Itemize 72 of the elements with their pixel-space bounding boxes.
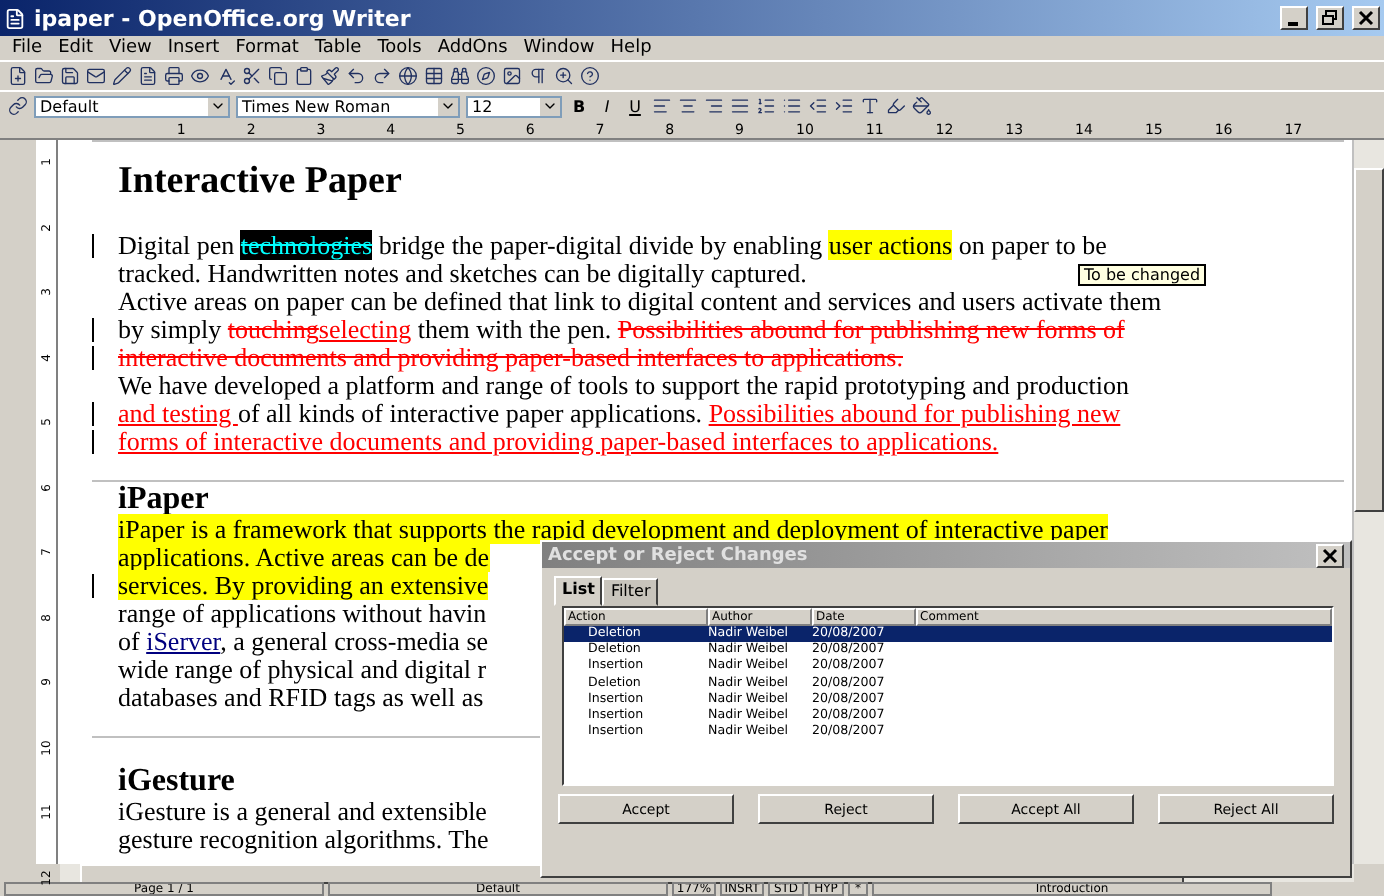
close-button[interactable] [1352, 6, 1380, 30]
align-center-icon[interactable] [678, 96, 698, 116]
dropdown-arrow-icon[interactable] [208, 97, 228, 115]
window-title: ipaper - OpenOffice.org Writer [34, 5, 413, 31]
paragraph: Active areas on paper can be defined that link to digital content and services and users activate them by simply touchingselecting them with the pen. Possibilities abound for publishing new forms of interactive documents and providing paper-based interfaces to applications. [92, 288, 1162, 372]
paragraph: iGesture is a general and extensible gesture recognition algorithms. The [116, 798, 489, 854]
new-document-icon[interactable] [8, 66, 28, 86]
navigator-icon[interactable] [476, 66, 496, 86]
numbered-list-icon[interactable] [756, 96, 776, 116]
mail-icon[interactable] [86, 66, 106, 86]
save-icon[interactable] [60, 66, 80, 86]
help-icon[interactable] [580, 66, 600, 86]
menu-item[interactable]: File [4, 38, 51, 58]
align-right-icon[interactable] [704, 96, 724, 116]
gallery-icon[interactable] [502, 66, 522, 86]
font-dropdown[interactable]: Times New Roman [236, 95, 460, 117]
close-icon [1322, 547, 1338, 563]
vertical-scrollbar[interactable] [1352, 140, 1384, 864]
paintbrush-icon[interactable] [320, 66, 340, 86]
menu-item[interactable]: Format [227, 38, 307, 58]
copy-icon[interactable] [268, 66, 288, 86]
underline-button[interactable]: U [624, 97, 646, 115]
binoculars-icon[interactable] [450, 66, 470, 86]
globe-icon[interactable] [398, 66, 418, 86]
dialog-title: Accept or Reject Changes [548, 545, 808, 565]
restore-button[interactable] [1316, 6, 1344, 30]
spellcheck-icon[interactable] [216, 66, 236, 86]
close-button[interactable] [1316, 543, 1344, 567]
italic-button[interactable]: I [596, 97, 618, 115]
outdent-icon[interactable] [808, 96, 828, 116]
bold-button[interactable]: B [568, 97, 590, 115]
tab[interactable]: List [554, 576, 603, 606]
pilcrow-icon[interactable] [528, 66, 548, 86]
paint-bucket-icon[interactable] [912, 96, 932, 116]
heading: iGesture [118, 766, 235, 798]
dropdown-arrow-icon[interactable] [438, 97, 458, 115]
justify-icon[interactable] [730, 96, 750, 116]
close-icon [1358, 10, 1374, 26]
tooltip: To be changed [1078, 264, 1207, 286]
heading: iPaper [118, 484, 209, 516]
heading: Interactive Paper [118, 158, 402, 206]
table-icon[interactable] [424, 66, 444, 86]
menu-item[interactable]: AddOns [429, 38, 516, 58]
menu-item[interactable]: View [101, 38, 160, 58]
app-icon [4, 7, 26, 29]
size-dropdown[interactable]: 12 [466, 95, 562, 117]
paragraph: We have developed a platform and range of tools to support the rapid prototyping and production and testing of all kinds of interactive paper applications. Possibilities abound for publishing new forms of interactive documents and providing paper-based interfaces to applications. [92, 372, 1129, 456]
minimize-button[interactable] [1280, 6, 1308, 30]
menu-item[interactable]: Window [515, 38, 603, 58]
menu-item[interactable]: Tools [369, 38, 430, 58]
restore-icon [1322, 10, 1338, 26]
redo-icon[interactable] [372, 66, 392, 86]
scroll-thumb[interactable] [1354, 168, 1384, 512]
cut-icon[interactable] [242, 66, 262, 86]
tab[interactable]: Filter [602, 578, 659, 606]
paste-icon[interactable] [294, 66, 314, 86]
menu-item[interactable]: Table [306, 38, 370, 58]
menu-item[interactable]: Edit [50, 38, 101, 58]
undo-icon[interactable] [346, 66, 366, 86]
open-folder-icon[interactable] [34, 66, 54, 86]
align-left-icon[interactable] [652, 96, 672, 116]
style-dropdown[interactable]: Default [34, 95, 230, 117]
print-icon[interactable] [164, 66, 184, 86]
menu-item[interactable]: Help [602, 38, 660, 58]
edit-icon[interactable] [112, 66, 132, 86]
dropdown-arrow-icon[interactable] [540, 97, 560, 115]
indent-icon[interactable] [834, 96, 854, 116]
zoom-icon[interactable] [554, 66, 574, 86]
menu-item[interactable]: Insert [159, 38, 228, 58]
bullet-list-icon[interactable] [782, 96, 802, 116]
preview-icon[interactable] [190, 66, 210, 86]
highlighter-icon[interactable] [886, 96, 906, 116]
